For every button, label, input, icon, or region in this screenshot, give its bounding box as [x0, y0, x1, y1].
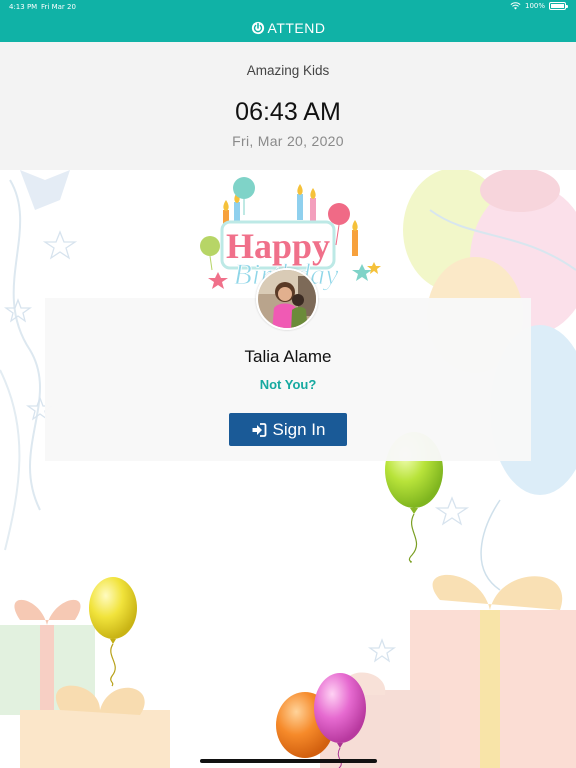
- sign-in-label: Sign In: [272, 419, 326, 439]
- home-indicator[interactable]: [200, 759, 377, 763]
- status-time: 4:13 PM: [9, 3, 38, 11]
- status-date: Fri Mar 20: [41, 3, 76, 11]
- birthday-background: Happy Birthday: [0, 170, 576, 768]
- person-name: Talia Alame: [244, 347, 332, 366]
- app-header: ATTEND: [0, 14, 576, 42]
- wifi-icon: [510, 2, 521, 10]
- status-bar: 4:13 PM Fri Mar 20 100%: [0, 0, 576, 14]
- info-panel: Amazing Kids 06:43 AM Fri, Mar 20, 2020: [0, 42, 576, 170]
- power-icon: [251, 21, 264, 35]
- battery-percent: 100%: [524, 2, 545, 10]
- app-title: ATTEND: [267, 20, 326, 36]
- organization-name: Amazing Kids: [246, 63, 330, 78]
- status-right: 100%: [510, 2, 568, 10]
- current-date: Fri, Mar 20, 2020: [232, 133, 344, 149]
- avatar: [256, 268, 318, 330]
- battery-icon: [549, 2, 568, 10]
- clock: 06:43 AM: [235, 98, 341, 126]
- sign-in-icon: [252, 422, 266, 437]
- not-you-link[interactable]: Not You?: [45, 377, 531, 392]
- sign-in-button[interactable]: Sign In: [229, 413, 347, 446]
